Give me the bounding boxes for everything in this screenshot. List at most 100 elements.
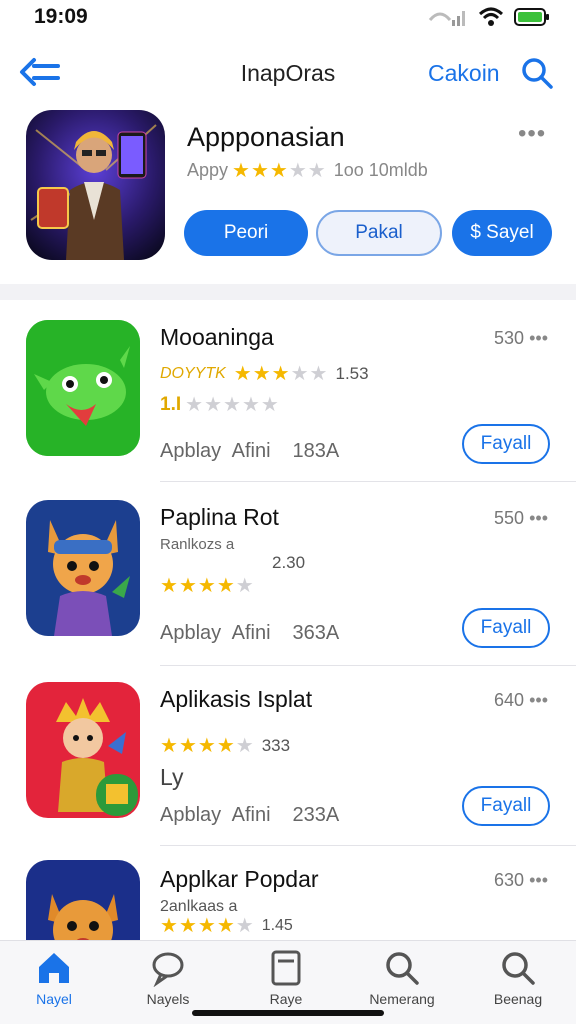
search-icon <box>502 952 535 985</box>
app-size: 530 ••• <box>494 328 548 349</box>
app-size-value: 550 <box>494 508 525 528</box>
hero-app-icon[interactable] <box>26 110 165 260</box>
star-filled-icon: ★ <box>178 915 197 937</box>
app-line2: ★ ★ ★ ★ ★ <box>160 576 254 598</box>
more-options-icon[interactable]: ••• <box>529 870 548 890</box>
tab-label: Nayel <box>36 991 72 1007</box>
app-size-value: 630 <box>494 870 525 890</box>
star-filled-icon: ★ <box>233 363 252 385</box>
app-name: Aplikasis Isplat <box>160 686 313 712</box>
star-empty-icon: ★ <box>235 735 254 757</box>
hero-subtitle-prefix: Appy <box>187 160 229 180</box>
rating-stars: ★ ★ ★ ★ ★ <box>185 395 279 415</box>
status-time: 19:09 <box>34 5 88 28</box>
app-line1-value: 333 <box>261 736 291 755</box>
hero-button-2[interactable]: Pakal <box>316 210 442 256</box>
list-item[interactable]: Paplina Rot 550 ••• Ranlkozs a 2.30 ★ ★ ★ ★… <box>0 482 576 666</box>
app-rating-line: DOYYTK ★ ★ ★ ★ ★ 1.53 <box>160 364 369 384</box>
battery-icon <box>514 8 549 26</box>
hero-app-subtitle: Appy ★ ★ ★ ★ ★ 1oo 10mldb <box>187 160 428 181</box>
home-icon <box>39 953 69 983</box>
more-options-icon[interactable]: ••• <box>529 328 548 348</box>
wifi-icon <box>478 7 504 26</box>
star-empty-icon: ★ <box>290 363 309 385</box>
app-meta: Apblay Afini 233A <box>160 804 339 827</box>
app-size: 640 ••• <box>494 690 548 711</box>
app-meta-text: Apblay Afini <box>160 622 271 644</box>
nav-action-link[interactable]: Cakoin <box>428 60 500 87</box>
tab-nemerang[interactable]: Nemerang <box>352 949 452 1007</box>
star-filled-icon: ★ <box>252 363 271 385</box>
tab-label: Nemerang <box>369 991 435 1007</box>
star-filled-icon: ★ <box>216 575 235 597</box>
app-line1-value: 1.45 <box>261 917 293 934</box>
navigation-bar: InapOras Cakoin <box>0 46 576 102</box>
star-empty-icon: ★ <box>241 394 260 416</box>
tab-label: Nayels <box>146 991 190 1007</box>
app-count: 183A <box>292 440 340 462</box>
tab-label: Raye <box>269 991 303 1007</box>
hero-subtitle-suffix: 1oo 10mldb <box>333 160 428 180</box>
star-filled-icon: ★ <box>197 735 216 757</box>
rating-stars: ★ ★ ★ ★ ★ <box>160 736 254 756</box>
app-count: 233A <box>292 804 340 826</box>
star-empty-icon: ★ <box>185 394 204 416</box>
app-rating-line: Ranlkozs a 2.30 <box>160 536 305 573</box>
star-empty-icon: ★ <box>307 159 326 182</box>
more-options-icon[interactable]: ••• <box>529 508 548 528</box>
app-line1-value: 1.53 <box>335 364 369 383</box>
app-meta: Apblay Afini 183A <box>160 440 339 463</box>
hero-button-3[interactable]: $ Sayel <box>452 210 552 256</box>
chat-icon <box>152 952 184 987</box>
star-empty-icon: ★ <box>260 394 279 416</box>
star-empty-icon: ★ <box>235 575 254 597</box>
more-options-icon[interactable]: ••• <box>529 690 548 710</box>
search-icon[interactable] <box>520 56 554 90</box>
star-empty-icon: ★ <box>235 915 254 937</box>
star-filled-icon: ★ <box>160 915 178 937</box>
more-options-icon[interactable]: ••• <box>518 120 546 148</box>
home-indicator <box>192 1010 384 1016</box>
app-line1-text: DOYYTK <box>160 365 226 382</box>
status-bar: 19:09 <box>0 0 576 36</box>
signal-icon <box>428 11 465 26</box>
app-size: 550 ••• <box>494 508 548 529</box>
star-filled-icon: ★ <box>160 575 178 597</box>
get-button[interactable]: Fayall <box>462 786 550 826</box>
tab-nayels[interactable]: Nayels <box>118 949 218 1007</box>
app-count: 363A <box>292 622 340 644</box>
star-filled-icon: ★ <box>216 915 235 937</box>
list-item[interactable]: Mooaninga 530 ••• DOYYTK ★ ★ ★ ★ ★ 1.53 1.I … <box>0 300 576 482</box>
app-line2: 1.I ★ ★ ★ ★ ★ <box>160 394 279 416</box>
star-filled-icon: ★ <box>178 575 197 597</box>
list-item[interactable]: Aplikasis Isplat 640 ••• ★ ★ ★ ★ ★ 333 Ly Ap… <box>0 666 576 846</box>
app-meta-text: Apblay Afini <box>160 804 271 826</box>
section-divider <box>0 284 576 300</box>
star-filled-icon: ★ <box>178 735 197 757</box>
app-rating-line: ★ ★ ★ ★ ★ 333 <box>160 736 290 756</box>
tab-nayel[interactable]: Nayel <box>4 949 104 1007</box>
tab-beenag[interactable]: Beenag <box>468 949 568 1007</box>
star-filled-icon: ★ <box>216 735 235 757</box>
get-button[interactable]: Fayall <box>462 424 550 464</box>
get-button[interactable]: Fayall <box>462 608 550 648</box>
star-empty-icon: ★ <box>288 159 307 182</box>
app-line1-text: 2anlkaas a <box>160 898 238 915</box>
star-filled-icon: ★ <box>232 159 250 182</box>
app-line2-text: Ly <box>160 764 184 790</box>
rating-stars: ★ ★ ★ ★ ★ <box>160 576 254 596</box>
tab-label: Beenag <box>493 991 543 1007</box>
app-rating-line: 2anlkaas a ★ ★ ★ ★ ★ 1.45 <box>160 898 293 936</box>
list-item[interactable]: Applkar Popdar 630 ••• 2anlkaas a ★ ★ ★ ★ ★ … <box>0 846 576 940</box>
frog-icon <box>26 320 140 456</box>
cat-character-icon <box>26 860 140 940</box>
tab-raye[interactable]: Raye <box>236 949 336 1007</box>
star-filled-icon: ★ <box>197 575 216 597</box>
hero-app-title: Appponasian <box>187 122 345 152</box>
warrior-character-icon <box>26 682 140 818</box>
status-icons <box>428 6 550 28</box>
app-name: Paplina Rot <box>160 504 279 530</box>
hero-button-1[interactable]: Peori <box>184 210 308 256</box>
hero-character-image <box>26 110 165 260</box>
app-name: Mooaninga <box>160 324 274 350</box>
